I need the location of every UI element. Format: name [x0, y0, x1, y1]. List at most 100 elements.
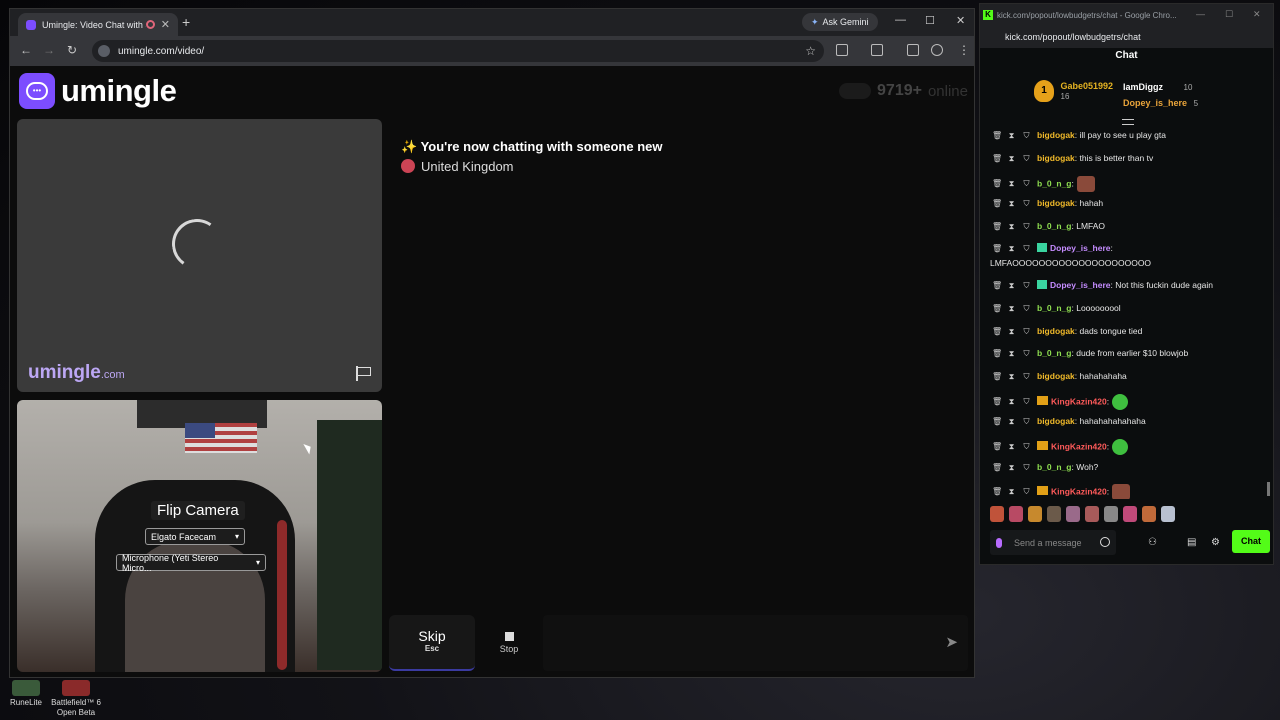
skip-button[interactable]: Skip Esc — [389, 615, 475, 671]
maximize-icon[interactable]: ☐ — [1225, 9, 1233, 20]
timeout-icon[interactable]: ⧗ — [1007, 281, 1016, 291]
cast-icon[interactable] — [871, 44, 883, 56]
emote-icon[interactable] — [1009, 506, 1023, 522]
close-window-icon[interactable]: ✕ — [956, 14, 965, 27]
ban-icon[interactable]: ⛉ — [1022, 199, 1031, 209]
desktop-icon-battlefield[interactable]: Battlefield™ 6 Open Beta — [46, 680, 106, 718]
store-icon[interactable]: ▤ — [1187, 537, 1196, 548]
ban-icon[interactable]: ⛉ — [1022, 442, 1031, 452]
delete-icon[interactable]: 🗑 — [992, 179, 1002, 188]
ban-icon[interactable]: ⛉ — [1022, 154, 1031, 164]
delete-icon[interactable]: 🗑 — [992, 372, 1002, 381]
message-input[interactable]: ➤ — [543, 615, 968, 671]
browser-menu-icon[interactable]: ⋮ — [958, 43, 970, 57]
microphone-icon[interactable] — [996, 537, 1002, 548]
chat-message-input[interactable]: Send a message — [990, 530, 1116, 555]
back-icon[interactable]: ← — [20, 43, 32, 57]
address-bar[interactable]: umingle.com/video/ ☆ — [92, 40, 824, 62]
chat-scrollbar[interactable] — [1267, 482, 1270, 496]
timeout-icon[interactable]: ⧗ — [1007, 244, 1016, 254]
tab-umingle[interactable]: Umingle: Video Chat with S ✕ — [18, 13, 178, 36]
chat-username[interactable]: bigdogak — [1037, 153, 1075, 163]
chat-address-bar[interactable]: kick.com/popout/lowbudgetrs/chat — [980, 26, 1273, 48]
ban-icon[interactable]: ⛉ — [1022, 327, 1031, 337]
chat-username[interactable]: bigdogak — [1037, 130, 1075, 140]
chat-username[interactable]: KingKazin420 — [1051, 441, 1107, 451]
delete-icon[interactable]: 🗑 — [992, 349, 1002, 358]
send-icon[interactable]: ➤ — [945, 633, 958, 651]
timeout-icon[interactable]: ⧗ — [1007, 222, 1016, 232]
ban-icon[interactable]: ⛉ — [1022, 463, 1031, 473]
chat-username[interactable]: b_0_n_g — [1037, 462, 1072, 472]
ban-icon[interactable]: ⛉ — [1022, 304, 1031, 314]
delete-icon[interactable]: 🗑 — [992, 487, 1002, 496]
camera-select[interactable]: Elgato Facecam ▾ — [145, 528, 245, 545]
timeout-icon[interactable]: ⧗ — [1007, 417, 1016, 427]
delete-icon[interactable]: 🗑 — [992, 154, 1002, 163]
leaderboard-third[interactable]: Dopey_is_here 5 — [1123, 98, 1198, 108]
delete-icon[interactable]: 🗑 — [992, 442, 1002, 451]
delete-icon[interactable]: 🗑 — [992, 281, 1002, 290]
emote-icon[interactable] — [1066, 506, 1080, 522]
chat-username[interactable]: bigdogak — [1037, 326, 1075, 336]
emote-icon[interactable] — [990, 506, 1004, 522]
ban-icon[interactable]: ⛉ — [1022, 281, 1031, 291]
delete-icon[interactable]: 🗑 — [992, 463, 1002, 472]
timeout-icon[interactable]: ⧗ — [1007, 372, 1016, 382]
minimize-icon[interactable]: — — [895, 14, 906, 26]
stop-button[interactable]: Stop — [483, 615, 535, 671]
report-flag-icon[interactable] — [356, 366, 372, 381]
ban-icon[interactable]: ⛉ — [1022, 222, 1031, 232]
umingle-logo[interactable]: ••• umingle — [19, 73, 177, 109]
ban-icon[interactable]: ⛉ — [1022, 244, 1031, 254]
emote-icon[interactable] — [1123, 506, 1137, 522]
emote-icon[interactable] — [1047, 506, 1061, 522]
media-controls-icon[interactable] — [907, 44, 919, 56]
emote-icon[interactable] — [1104, 506, 1118, 522]
minimize-icon[interactable]: — — [1196, 9, 1205, 19]
chat-username[interactable]: KingKazin420 — [1051, 396, 1107, 406]
timeout-icon[interactable]: ⧗ — [1007, 442, 1016, 452]
reload-icon[interactable]: ↻ — [67, 43, 77, 57]
emote-icon[interactable] — [1161, 506, 1175, 522]
users-icon[interactable]: ⚇ — [1148, 537, 1157, 548]
chat-username[interactable]: b_0_n_g — [1037, 303, 1072, 313]
emote-icon[interactable] — [1085, 506, 1099, 522]
timeout-icon[interactable]: ⧗ — [1007, 327, 1016, 337]
forward-icon[interactable]: → — [43, 43, 55, 57]
leaderboard-first[interactable]: 1 Gabe051992 16 — [1034, 80, 1113, 102]
timeout-icon[interactable]: ⧗ — [1007, 463, 1016, 473]
close-window-icon[interactable]: ✕ — [1253, 9, 1261, 20]
ask-gemini-button[interactable]: ✦ Ask Gemini — [802, 13, 878, 31]
delete-icon[interactable]: 🗑 — [992, 222, 1002, 231]
emote-icon[interactable] — [1028, 506, 1042, 522]
delete-icon[interactable]: 🗑 — [992, 397, 1002, 406]
chat-username[interactable]: bigdogak — [1037, 416, 1075, 426]
chat-username[interactable]: bigdogak — [1037, 371, 1075, 381]
chat-username[interactable]: KingKazin420 — [1051, 486, 1107, 496]
profile-icon[interactable] — [931, 44, 943, 56]
timeout-icon[interactable]: ⧗ — [1007, 179, 1016, 189]
chat-username[interactable]: b_0_n_g — [1037, 178, 1072, 188]
timeout-icon[interactable]: ⧗ — [1007, 397, 1016, 407]
timeout-icon[interactable]: ⧗ — [1007, 487, 1016, 497]
delete-icon[interactable]: 🗑 — [992, 131, 1002, 140]
maximize-icon[interactable]: ☐ — [925, 14, 935, 27]
delete-icon[interactable]: 🗑 — [992, 327, 1002, 336]
leaderboard-second[interactable]: IamDiggz 10 — [1123, 82, 1192, 92]
ban-icon[interactable]: ⛉ — [1022, 179, 1031, 189]
microphone-select[interactable]: Microphone (Yeti Stereo Micro... ▾ — [116, 553, 266, 573]
settings-gear-icon[interactable]: ⚙ — [1211, 537, 1220, 548]
timeout-icon[interactable]: ⧗ — [1007, 304, 1016, 314]
extensions-icon[interactable] — [836, 44, 848, 56]
delete-icon[interactable]: 🗑 — [992, 417, 1002, 426]
chat-username[interactable]: Dopey_is_here — [1050, 280, 1110, 290]
ban-icon[interactable]: ⛉ — [1022, 131, 1031, 141]
timeout-icon[interactable]: ⧗ — [1007, 131, 1016, 141]
chat-username[interactable]: b_0_n_g — [1037, 221, 1072, 231]
ban-icon[interactable]: ⛉ — [1022, 417, 1031, 427]
emote-icon[interactable] — [1142, 506, 1156, 522]
send-chat-button[interactable]: Chat — [1232, 530, 1270, 553]
new-tab-button[interactable]: + — [182, 14, 190, 30]
flip-camera-button[interactable]: Flip Camera — [151, 501, 245, 520]
